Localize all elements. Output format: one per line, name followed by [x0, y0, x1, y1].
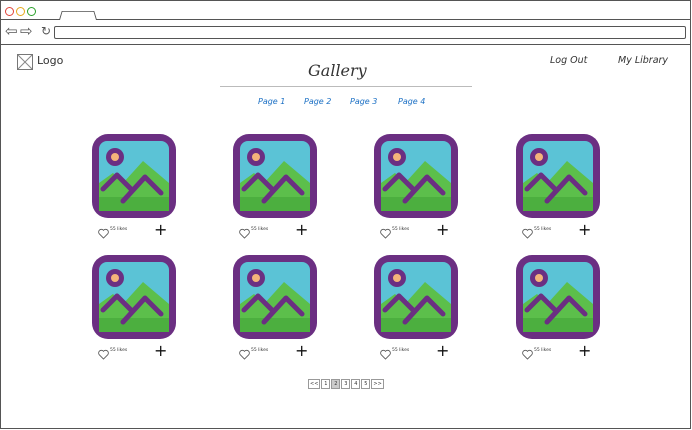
page-link-2[interactable]: Page 2 [304, 97, 331, 106]
heart-icon[interactable] [239, 224, 250, 239]
page-link-4[interactable]: Page 4 [398, 97, 425, 106]
heart-icon[interactable] [380, 345, 391, 360]
pagination: << 1 2 3 4 5 >> [308, 379, 385, 389]
add-to-library-button[interactable]: + [578, 343, 591, 359]
add-to-library-button[interactable]: + [154, 222, 167, 238]
gallery-image-3[interactable] [371, 131, 461, 221]
logout-link[interactable]: Log Out [550, 55, 587, 66]
logo-text: Logo [37, 54, 64, 67]
pagination-last[interactable]: >> [371, 379, 384, 389]
pagination-page-2[interactable]: 2 [331, 379, 341, 389]
forward-arrow-icon[interactable]: ⇨ [20, 23, 33, 39]
page-title: Gallery [308, 61, 367, 80]
likes-count: 55 likes [251, 348, 269, 353]
logo-placeholder-icon [17, 54, 33, 70]
title-bar [1, 1, 690, 20]
gallery-image-1[interactable] [89, 131, 179, 221]
url-input[interactable] [54, 26, 686, 39]
close-window-button[interactable] [5, 7, 14, 16]
browser-tab[interactable] [59, 11, 97, 20]
pagination-page-1[interactable]: 1 [321, 379, 331, 389]
add-to-library-button[interactable]: + [578, 222, 591, 238]
back-arrow-icon[interactable]: ⇦ [5, 23, 18, 39]
pagination-first[interactable]: << [308, 379, 321, 389]
reload-icon[interactable]: ↻ [41, 23, 51, 39]
add-to-library-button[interactable]: + [436, 343, 449, 359]
gallery-image-8[interactable] [513, 252, 603, 342]
likes-count: 55 likes [392, 348, 410, 353]
browser-window: ⇦ ⇨ ↻ Logo Gallery Log Out My Library Pa… [0, 0, 691, 429]
maximize-window-button[interactable] [27, 7, 36, 16]
minimize-window-button[interactable] [16, 7, 25, 16]
likes-count: 55 likes [251, 227, 269, 232]
gallery-image-6[interactable] [230, 252, 320, 342]
address-bar: ⇦ ⇨ ↻ [1, 20, 690, 45]
heart-icon[interactable] [522, 345, 533, 360]
likes-count: 55 likes [110, 227, 128, 232]
likes-count: 55 likes [392, 227, 410, 232]
heart-icon[interactable] [380, 224, 391, 239]
likes-count: 55 likes [534, 348, 552, 353]
gallery-image-5[interactable] [89, 252, 179, 342]
page-link-3[interactable]: Page 3 [350, 97, 377, 106]
pagination-page-3[interactable]: 3 [341, 379, 351, 389]
add-to-library-button[interactable]: + [436, 222, 449, 238]
heart-icon[interactable] [98, 345, 109, 360]
gallery-image-2[interactable] [230, 131, 320, 221]
heart-icon[interactable] [98, 224, 109, 239]
add-to-library-button[interactable]: + [295, 343, 308, 359]
likes-count: 55 likes [110, 348, 128, 353]
add-to-library-button[interactable]: + [295, 222, 308, 238]
heart-icon[interactable] [239, 345, 250, 360]
gallery-image-7[interactable] [371, 252, 461, 342]
pagination-page-5[interactable]: 5 [361, 379, 371, 389]
title-divider [220, 86, 472, 87]
page-link-1[interactable]: Page 1 [258, 97, 285, 106]
pagination-page-4[interactable]: 4 [351, 379, 361, 389]
add-to-library-button[interactable]: + [154, 343, 167, 359]
heart-icon[interactable] [522, 224, 533, 239]
likes-count: 55 likes [534, 227, 552, 232]
gallery-image-4[interactable] [513, 131, 603, 221]
my-library-link[interactable]: My Library [618, 55, 668, 66]
